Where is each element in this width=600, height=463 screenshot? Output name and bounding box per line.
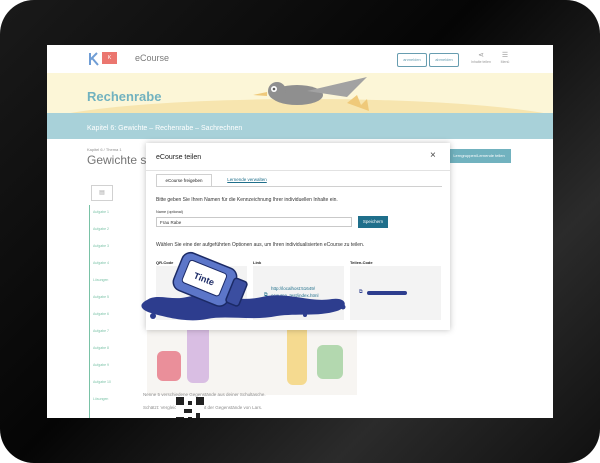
close-icon[interactable]: × xyxy=(430,151,436,161)
copy-link-icon[interactable]: ⧉ xyxy=(264,292,268,298)
share-dialog: eCourse teilen × eCourse freigeben Lerne… xyxy=(146,143,450,418)
qr-code-icon[interactable] xyxy=(176,397,204,418)
share-code-panel: ⧉ xyxy=(350,266,441,320)
tablet-frame: K eCourse anmelden abmelden ⋖ Inhalte te… xyxy=(0,0,600,463)
share-link-line-2[interactable]: ecourse_test/index.html xyxy=(271,293,319,298)
share-code-value-obscured xyxy=(367,291,407,295)
dialog-title: eCourse teilen xyxy=(156,154,202,161)
share-options-text: Wählen Sie eine der aufgeführten Optione… xyxy=(156,242,365,248)
link-panel: http://localhost:51649/ ⧉ ecourse_test/i… xyxy=(253,266,344,320)
copy-code-icon[interactable]: ⧉ xyxy=(359,289,363,295)
dialog-divider xyxy=(146,170,450,171)
name-input[interactable]: Frau Rabe xyxy=(156,217,352,227)
share-code-heading: Teilen-Code xyxy=(350,260,373,265)
name-field-label: Name (optional) xyxy=(156,210,184,214)
tablet-screen: K eCourse anmelden abmelden ⋖ Inhalte te… xyxy=(47,45,553,418)
link-heading: Link xyxy=(253,260,262,265)
name-instructions: Bitte geben Sie Ihren Namen für die Kenn… xyxy=(156,197,338,203)
save-button[interactable]: Speichern xyxy=(358,216,388,228)
qr-code-heading: QR-Code xyxy=(156,260,174,265)
tab-lernende-verwalten[interactable]: Lernende verwalten xyxy=(218,174,276,186)
tabs-underline xyxy=(156,186,442,187)
share-link-line-1[interactable]: http://localhost:51649/ xyxy=(271,286,315,291)
qr-code-panel xyxy=(156,266,247,418)
